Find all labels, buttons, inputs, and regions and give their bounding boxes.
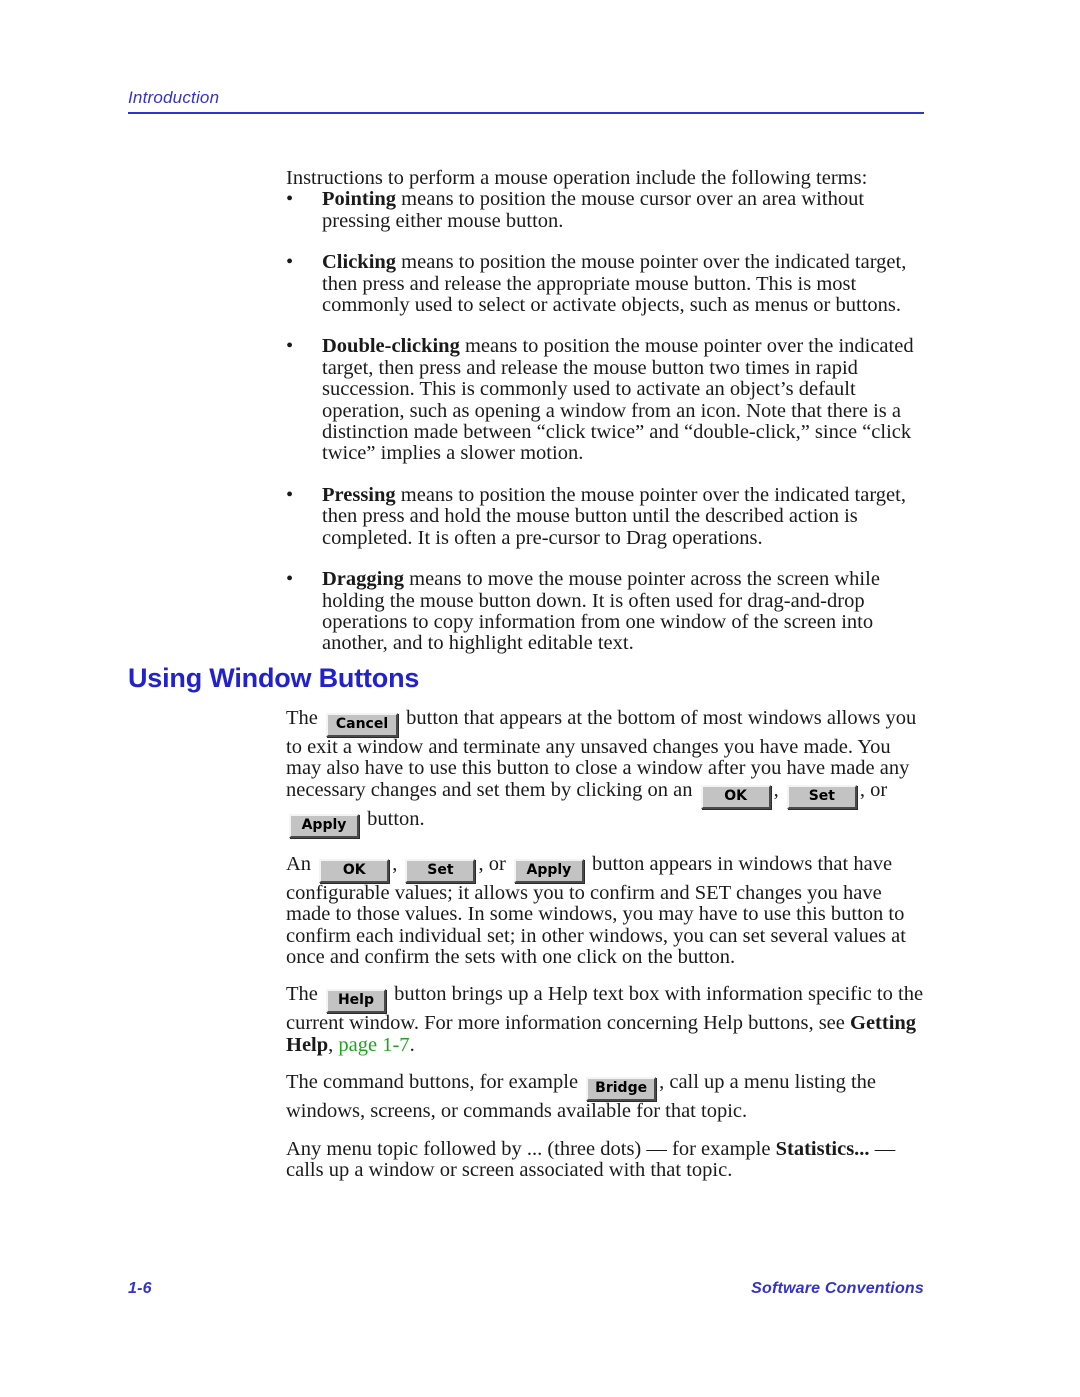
set-button[interactable]: Set <box>405 858 476 883</box>
page-footer: 1-6 Software Conventions <box>128 1280 924 1298</box>
intro-section: Instructions to perform a mouse operatio… <box>286 167 926 655</box>
list-item: • Clicking means to position the mouse p… <box>286 251 926 317</box>
text-fragment: An <box>286 852 312 875</box>
confirm-paragraph: An OK, Set, or Apply button appears in w… <box>286 852 931 969</box>
term-label: Double-clicking <box>322 335 460 358</box>
page-cross-reference-link[interactable]: page 1-7 <box>338 1034 409 1056</box>
term-description: means to position the mouse pointer over… <box>322 251 907 317</box>
help-button[interactable]: Help <box>326 989 386 1014</box>
help-paragraph: The Help button brings up a Help text bo… <box>286 984 931 1056</box>
bullet-icon: • <box>286 568 294 591</box>
list-item: • Double-clicking means to position the … <box>286 335 926 465</box>
list-item: • Pointing means to position the mouse c… <box>286 188 926 232</box>
text-fragment: The command buttons, for example <box>286 1071 579 1094</box>
footer-section-title: Software Conventions <box>751 1280 924 1297</box>
cancel-button[interactable]: Cancel <box>326 713 398 737</box>
menu-item-example: Statistics... <box>775 1137 870 1160</box>
text-fragment: , or <box>478 852 506 875</box>
ok-button[interactable]: OK <box>319 858 390 883</box>
running-header-label: Introduction <box>128 88 220 107</box>
text-fragment: The <box>286 983 318 1006</box>
header-divider <box>128 112 924 114</box>
term-description: means to move the mouse pointer across t… <box>322 568 880 655</box>
set-button[interactable]: Set <box>786 784 857 809</box>
ok-button[interactable]: OK <box>700 784 771 809</box>
text-fragment: . <box>409 1033 415 1056</box>
text-fragment: The <box>286 707 318 729</box>
term-label: Pointing <box>322 188 397 211</box>
text-fragment: , <box>392 852 398 875</box>
text-fragment: , <box>328 1033 334 1056</box>
document-page: Introduction Instructions to perform a m… <box>0 0 1080 1397</box>
text-fragment: , or <box>859 778 888 801</box>
bullet-icon: • <box>286 335 294 358</box>
text-fragment: Any menu topic followed by ... (three do… <box>286 1137 771 1160</box>
term-description: means to position the mouse cursor over … <box>322 188 865 232</box>
bullet-icon: • <box>286 251 294 274</box>
text-fragment: button. <box>367 807 425 830</box>
footer-page-number: 1-6 <box>128 1280 152 1297</box>
cancel-paragraph: The Cancel button that appears at the bo… <box>286 707 931 838</box>
section-heading: Using Window Buttons <box>128 663 420 693</box>
term-label: Clicking <box>322 251 397 274</box>
bridge-button[interactable]: Bridge <box>586 1077 657 1102</box>
bullet-icon: • <box>286 188 294 211</box>
term-label: Dragging <box>322 568 404 591</box>
text-fragment: , <box>773 778 779 801</box>
intro-lead-paragraph: Instructions to perform a mouse operatio… <box>286 167 868 189</box>
list-item: • Dragging means to move the mouse point… <box>286 568 926 655</box>
command-buttons-paragraph: The command buttons, for example Bridge,… <box>286 1072 931 1122</box>
bullet-icon: • <box>286 483 294 506</box>
term-label: Pressing <box>322 483 396 506</box>
mouse-terms-list: • Pointing means to position the mouse c… <box>286 188 926 655</box>
menu-ellipsis-paragraph: Any menu topic followed by ... (three do… <box>286 1137 931 1182</box>
window-buttons-section: The Cancel button that appears at the bo… <box>286 707 931 1182</box>
term-description: means to position the mouse pointer over… <box>322 483 906 549</box>
apply-button[interactable]: Apply <box>513 858 584 883</box>
running-header: Introduction <box>128 88 924 114</box>
apply-button[interactable]: Apply <box>289 813 359 838</box>
list-item: • Pressing means to position the mouse p… <box>286 483 926 549</box>
